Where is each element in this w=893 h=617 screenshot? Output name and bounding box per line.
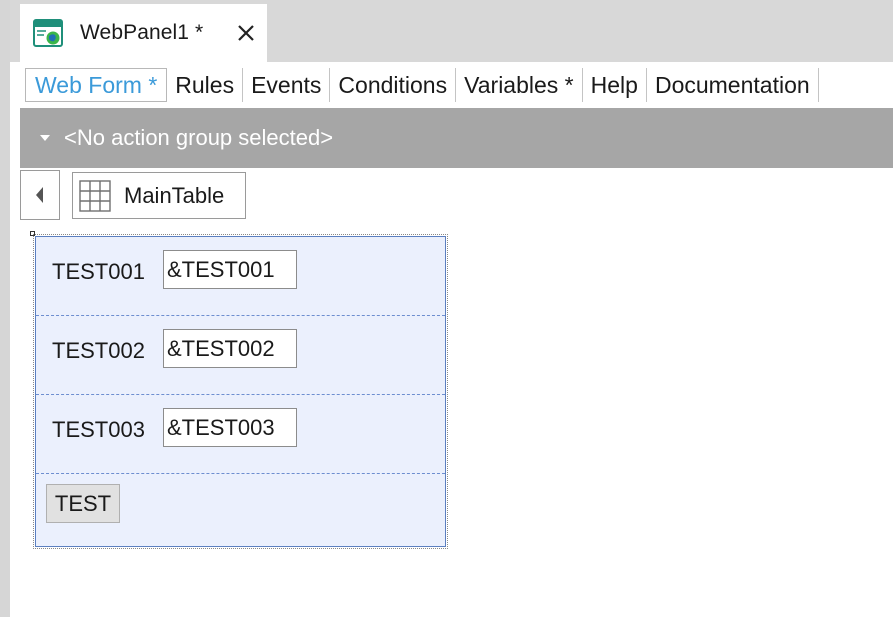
caret-down-icon[interactable] bbox=[40, 134, 50, 142]
variable-field-test001[interactable] bbox=[163, 250, 297, 289]
variable-field-test003[interactable] bbox=[163, 408, 297, 447]
tab-events[interactable]: Events bbox=[243, 68, 331, 102]
table-row[interactable]: TEST002 bbox=[36, 316, 445, 395]
action-group-bar[interactable]: <No action group selected> bbox=[20, 108, 893, 168]
variable-field-test002[interactable] bbox=[163, 329, 297, 368]
tab-documentation[interactable]: Documentation bbox=[647, 68, 819, 102]
tab-rules[interactable]: Rules bbox=[167, 68, 244, 102]
tab-web-form[interactable]: Web Form * bbox=[25, 68, 168, 102]
left-panel-edge bbox=[0, 0, 10, 617]
breadcrumb-maintable[interactable]: MainTable bbox=[72, 172, 246, 219]
webpanel-icon bbox=[33, 19, 63, 47]
action-group-selector[interactable]: <No action group selected> bbox=[64, 125, 333, 151]
back-button[interactable] bbox=[20, 170, 60, 220]
tab-variables[interactable]: Variables * bbox=[456, 68, 583, 102]
test-button[interactable]: TEST bbox=[46, 484, 120, 523]
table-row[interactable]: TEST bbox=[36, 474, 445, 546]
breadcrumb-label: MainTable bbox=[124, 182, 225, 208]
left-panel-gutter bbox=[10, 0, 20, 617]
document-tab-title: WebPanel1 * bbox=[80, 21, 204, 44]
table-grid-icon bbox=[79, 179, 111, 212]
document-tab-strip: WebPanel1 * bbox=[10, 0, 893, 62]
close-icon[interactable] bbox=[237, 24, 255, 42]
field-label-test003: TEST003 bbox=[52, 417, 145, 442]
chevron-left-icon bbox=[36, 187, 43, 203]
tab-help[interactable]: Help bbox=[583, 68, 647, 102]
field-label-test002: TEST002 bbox=[52, 338, 145, 363]
main-table[interactable]: TEST001 TEST002 TEST003 TEST bbox=[35, 236, 446, 547]
field-label-test001: TEST001 bbox=[52, 259, 145, 284]
document-tab-webpanel1[interactable]: WebPanel1 * bbox=[20, 4, 267, 62]
table-row[interactable]: TEST001 bbox=[36, 237, 445, 316]
tab-conditions[interactable]: Conditions bbox=[330, 68, 457, 102]
editor-subtabs: Web Form * Rules Events Conditions Varia… bbox=[20, 62, 893, 108]
table-row[interactable]: TEST003 bbox=[36, 395, 445, 474]
